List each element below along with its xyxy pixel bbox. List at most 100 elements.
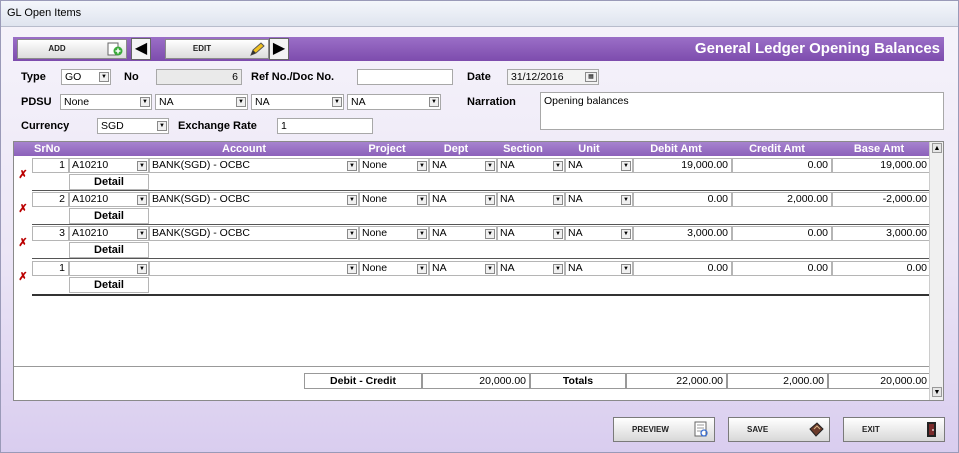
chevron-down-icon[interactable]: ▼ [137,264,147,274]
account-name-select[interactable]: BANK(SGD) - OCBC ▼ [149,158,359,173]
account-name-select[interactable]: ▼ [149,261,359,276]
chevron-down-icon[interactable]: ▼ [157,121,167,131]
project-select[interactable]: None ▼ [359,226,429,241]
account-name-select[interactable]: BANK(SGD) - OCBC ▼ [149,192,359,207]
exit-button[interactable]: EXIT [843,417,945,442]
account-code-select[interactable]: A10210 ▼ [69,226,149,241]
chevron-down-icon[interactable]: ▼ [485,161,495,171]
preview-button[interactable]: PREVIEW [613,417,715,442]
dept-select[interactable]: NA ▼ [429,192,497,207]
save-button[interactable]: SAVE [728,417,830,442]
chevron-down-icon[interactable]: ▼ [417,195,427,205]
section-select[interactable]: NA ▼ [497,226,565,241]
delete-row-icon[interactable]: ✗ [16,168,30,182]
ref-input[interactable] [357,69,453,85]
account-code-select[interactable]: A10210 ▼ [69,158,149,173]
chevron-down-icon[interactable]: ▼ [347,195,357,205]
date-picker[interactable]: 31/12/2016 ▦ [507,69,599,85]
detail-button[interactable]: Detail [69,174,149,190]
detail-button[interactable]: Detail [69,277,149,293]
chevron-down-icon[interactable]: ▼ [99,72,109,82]
chevron-down-icon[interactable]: ▼ [137,229,147,239]
chevron-down-icon[interactable]: ▼ [553,229,563,239]
type-select[interactable]: GO ▼ [61,69,111,85]
currency-select[interactable]: SGD ▼ [97,118,169,134]
chevron-down-icon[interactable]: ▼ [485,229,495,239]
account-code-select[interactable]: ▼ [69,261,149,276]
credit-input[interactable]: 0.00 [732,158,832,173]
narration-input[interactable]: Opening balances [540,92,944,130]
debit-input[interactable]: 0.00 [633,192,732,207]
section-select[interactable]: NA ▼ [497,192,565,207]
totals-divider [14,366,931,367]
grid-scrollbar[interactable]: ▲ ▼ [929,142,943,400]
detail-button[interactable]: Detail [69,208,149,224]
srno-cell: 1 [32,158,69,173]
account-name-select[interactable]: BANK(SGD) - OCBC ▼ [149,226,359,241]
chevron-down-icon[interactable]: ▼ [347,161,357,171]
previous-record-button[interactable]: ◀ [131,38,151,60]
credit-input[interactable]: 2,000.00 [732,192,832,207]
chevron-down-icon[interactable]: ▼ [621,161,631,171]
next-record-button[interactable]: ▶ [269,38,289,60]
debit-input[interactable]: 0.00 [633,261,732,276]
detail-button[interactable]: Detail [69,242,149,258]
debit-input[interactable]: 19,000.00 [633,158,732,173]
exchange-rate-label: Exchange Rate [178,120,257,132]
chevron-down-icon[interactable]: ▼ [417,161,427,171]
dept-select[interactable]: NA ▼ [429,158,497,173]
chevron-down-icon[interactable]: ▼ [140,97,150,107]
chevron-down-icon[interactable]: ▼ [621,229,631,239]
chevron-down-icon[interactable]: ▼ [485,195,495,205]
chevron-down-icon[interactable]: ▼ [332,97,342,107]
dept-select[interactable]: NA ▼ [429,261,497,276]
chevron-down-icon[interactable]: ▼ [553,161,563,171]
debit-input[interactable]: 3,000.00 [633,226,732,241]
chevron-down-icon[interactable]: ▼ [621,195,631,205]
add-document-icon [107,42,123,56]
exchange-rate-input[interactable]: 1 [277,118,373,134]
delete-row-icon[interactable]: ✗ [16,270,30,284]
chevron-down-icon[interactable]: ▼ [347,229,357,239]
chevron-down-icon[interactable]: ▼ [347,264,357,274]
pdsu-dept-select[interactable]: NA ▼ [155,94,248,110]
project-select[interactable]: None ▼ [359,192,429,207]
section-select[interactable]: NA ▼ [497,158,565,173]
pdsu-section-select[interactable]: NA ▼ [251,94,344,110]
section-select[interactable]: NA ▼ [497,261,565,276]
chevron-down-icon[interactable]: ▼ [417,229,427,239]
edit-button[interactable]: EDIT [165,39,269,59]
arrow-right-icon: ▶ [272,40,286,57]
chevron-down-icon[interactable]: ▼ [417,264,427,274]
chevron-down-icon[interactable]: ▼ [553,195,563,205]
scroll-down-icon[interactable]: ▼ [932,387,942,397]
srno-cell: 3 [32,226,69,241]
pdsu-value: NA [159,96,174,108]
chevron-down-icon[interactable]: ▼ [137,161,147,171]
chevron-down-icon[interactable]: ▼ [236,97,246,107]
dept-select[interactable]: NA ▼ [429,226,497,241]
col-account: Account [222,143,266,155]
project-select[interactable]: None ▼ [359,158,429,173]
scroll-up-icon[interactable]: ▲ [932,143,942,153]
pdsu-unit-select[interactable]: NA ▼ [347,94,441,110]
pdsu-project-select[interactable]: None ▼ [60,94,152,110]
calendar-icon[interactable]: ▦ [585,72,597,82]
account-code-select[interactable]: A10210 ▼ [69,192,149,207]
unit-select[interactable]: NA ▼ [565,226,633,241]
delete-row-icon[interactable]: ✗ [16,236,30,250]
chevron-down-icon[interactable]: ▼ [137,195,147,205]
project-select[interactable]: None ▼ [359,261,429,276]
credit-input[interactable]: 0.00 [732,226,832,241]
chevron-down-icon[interactable]: ▼ [429,97,439,107]
chevron-down-icon[interactable]: ▼ [553,264,563,274]
chevron-down-icon[interactable]: ▼ [485,264,495,274]
unit-select[interactable]: NA ▼ [565,261,633,276]
credit-input[interactable]: 0.00 [732,261,832,276]
chevron-down-icon[interactable]: ▼ [621,264,631,274]
unit-select[interactable]: NA ▼ [565,192,633,207]
delete-row-icon[interactable]: ✗ [16,202,30,216]
add-button[interactable]: ADD [17,39,127,59]
unit-select[interactable]: NA ▼ [565,158,633,173]
account-name-value: BANK(SGD) - OCBC [152,193,251,205]
